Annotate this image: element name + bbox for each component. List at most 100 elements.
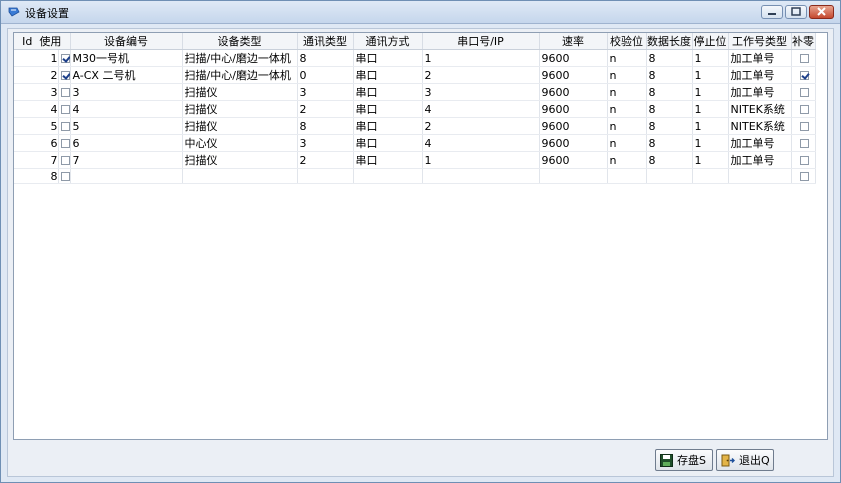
table-row[interactable]: 4 4 扫描仪 2 串口 4 9600 n 8 1 NITEK系统 (14, 100, 816, 118)
cell-port[interactable]: 2 (422, 117, 540, 135)
cell-port[interactable]: 1 (422, 49, 540, 67)
cell-port[interactable]: 4 (422, 100, 540, 118)
column-header-port[interactable]: 串口号/IP (422, 33, 540, 50)
column-header-comm-mode[interactable]: 通讯方式 (353, 33, 423, 50)
cell-code[interactable]: 5 (70, 117, 183, 135)
cell-baud[interactable]: 9600 (539, 117, 608, 135)
cell-comm-type[interactable]: 2 (297, 100, 354, 118)
cell-job-type[interactable] (728, 168, 792, 184)
pad-checkbox[interactable] (799, 105, 809, 114)
cell-comm-type[interactable]: 3 (297, 134, 354, 152)
column-header-code[interactable]: 设备编号 (70, 33, 183, 50)
cell-stop[interactable]: 1 (692, 100, 729, 118)
cell-data-len[interactable]: 8 (646, 134, 693, 152)
table-row[interactable]: 3 3 扫描仪 3 串口 3 9600 n 8 1 加工单号 (14, 83, 816, 101)
exit-button[interactable]: 退出Q (716, 449, 774, 471)
close-button[interactable] (809, 5, 834, 19)
cell-job-type[interactable]: 加工单号 (728, 134, 792, 152)
cell-baud[interactable]: 9600 (539, 49, 608, 67)
pad-checkbox[interactable] (799, 172, 809, 181)
cell-data-len[interactable] (646, 168, 693, 184)
cell-stop[interactable]: 1 (692, 66, 729, 84)
cell-stop[interactable] (692, 168, 729, 184)
pad-checkbox[interactable] (799, 54, 809, 63)
title-bar[interactable]: 设备设置 (1, 1, 840, 24)
cell-code[interactable] (70, 168, 183, 184)
cell-type[interactable] (182, 168, 298, 184)
table-row[interactable]: 7 7 扫描仪 2 串口 1 9600 n 8 1 加工单号 (14, 151, 816, 169)
device-grid[interactable]: Id 使用 设备编号 设备类型 通讯类型 通讯方式 串口号/IP 速率 校验位 … (13, 32, 828, 440)
cell-comm-type[interactable]: 0 (297, 66, 354, 84)
cell-data-len[interactable]: 8 (646, 49, 693, 67)
cell-comm-mode[interactable]: 串口 (353, 83, 423, 101)
cell-port[interactable]: 2 (422, 66, 540, 84)
maximize-button[interactable] (785, 5, 807, 19)
cell-parity[interactable]: n (607, 66, 647, 84)
column-header-job-type[interactable]: 工作号类型 (728, 33, 792, 50)
cell-comm-type[interactable]: 8 (297, 49, 354, 67)
column-header-stop-bit[interactable]: 停止位 (692, 33, 729, 50)
table-row[interactable]: 5 5 扫描仪 8 串口 2 9600 n 8 1 NITEK系统 (14, 117, 816, 135)
column-header-type[interactable]: 设备类型 (182, 33, 298, 50)
cell-code[interactable]: 3 (70, 83, 183, 101)
cell-baud[interactable]: 9600 (539, 100, 608, 118)
cell-job-type[interactable]: 加工单号 (728, 151, 792, 169)
cell-code[interactable]: 6 (70, 134, 183, 152)
table-row[interactable]: 8 (14, 168, 816, 184)
use-checkbox[interactable] (60, 88, 69, 97)
use-checkbox[interactable] (60, 105, 69, 114)
cell-job-type[interactable]: NITEK系统 (728, 100, 792, 118)
use-checkbox[interactable] (60, 71, 69, 80)
cell-stop[interactable]: 1 (692, 151, 729, 169)
cell-type[interactable]: 扫描仪 (182, 151, 298, 169)
cell-parity[interactable]: n (607, 49, 647, 67)
table-row[interactable]: 2 A-CX 二号机 扫描/中心/磨边一体机 0 串口 2 9600 n 8 1 加工单号 (14, 66, 816, 84)
cell-parity[interactable]: n (607, 134, 647, 152)
use-checkbox[interactable] (60, 54, 69, 63)
cell-port[interactable] (422, 168, 540, 184)
cell-comm-mode[interactable]: 串口 (353, 100, 423, 118)
cell-data-len[interactable]: 8 (646, 117, 693, 135)
cell-code[interactable]: 4 (70, 100, 183, 118)
pad-checkbox[interactable] (799, 122, 809, 131)
cell-comm-mode[interactable]: 串口 (353, 134, 423, 152)
column-header-pad[interactable]: 补零 (791, 33, 816, 50)
cell-data-len[interactable]: 8 (646, 66, 693, 84)
use-checkbox[interactable] (60, 122, 69, 131)
cell-type[interactable]: 扫描仪 (182, 117, 298, 135)
cell-comm-mode[interactable]: 串口 (353, 151, 423, 169)
cell-stop[interactable]: 1 (692, 117, 729, 135)
cell-type[interactable]: 扫描仪 (182, 100, 298, 118)
use-checkbox[interactable] (60, 139, 69, 148)
cell-port[interactable]: 4 (422, 134, 540, 152)
cell-stop[interactable]: 1 (692, 134, 729, 152)
cell-parity[interactable]: n (607, 151, 647, 169)
cell-job-type[interactable]: 加工单号 (728, 83, 792, 101)
cell-stop[interactable]: 1 (692, 49, 729, 67)
cell-code[interactable]: A-CX 二号机 (70, 66, 183, 84)
cell-parity[interactable] (607, 168, 647, 184)
cell-baud[interactable]: 9600 (539, 66, 608, 84)
cell-comm-type[interactable]: 3 (297, 83, 354, 101)
cell-data-len[interactable]: 8 (646, 151, 693, 169)
cell-port[interactable]: 1 (422, 151, 540, 169)
use-checkbox[interactable] (60, 156, 69, 165)
cell-data-len[interactable]: 8 (646, 83, 693, 101)
cell-comm-mode[interactable]: 串口 (353, 66, 423, 84)
cell-code[interactable]: M30一号机 (70, 49, 183, 67)
cell-comm-type[interactable]: 8 (297, 117, 354, 135)
cell-code[interactable]: 7 (70, 151, 183, 169)
pad-checkbox[interactable] (799, 156, 809, 165)
cell-comm-type[interactable] (297, 168, 354, 184)
table-row[interactable]: 1 M30一号机 扫描/中心/磨边一体机 8 串口 1 9600 n 8 1 加工单号 (14, 49, 816, 67)
cell-comm-mode[interactable]: 串口 (353, 117, 423, 135)
cell-data-len[interactable]: 8 (646, 100, 693, 118)
cell-comm-type[interactable]: 2 (297, 151, 354, 169)
cell-baud[interactable] (539, 168, 608, 184)
pad-checkbox[interactable] (799, 139, 809, 148)
minimize-button[interactable] (761, 5, 783, 19)
column-header-data-length[interactable]: 数据长度 (646, 33, 693, 50)
cell-baud[interactable]: 9600 (539, 134, 608, 152)
save-button[interactable]: 存盘S (655, 449, 713, 471)
pad-checkbox[interactable] (799, 88, 809, 97)
